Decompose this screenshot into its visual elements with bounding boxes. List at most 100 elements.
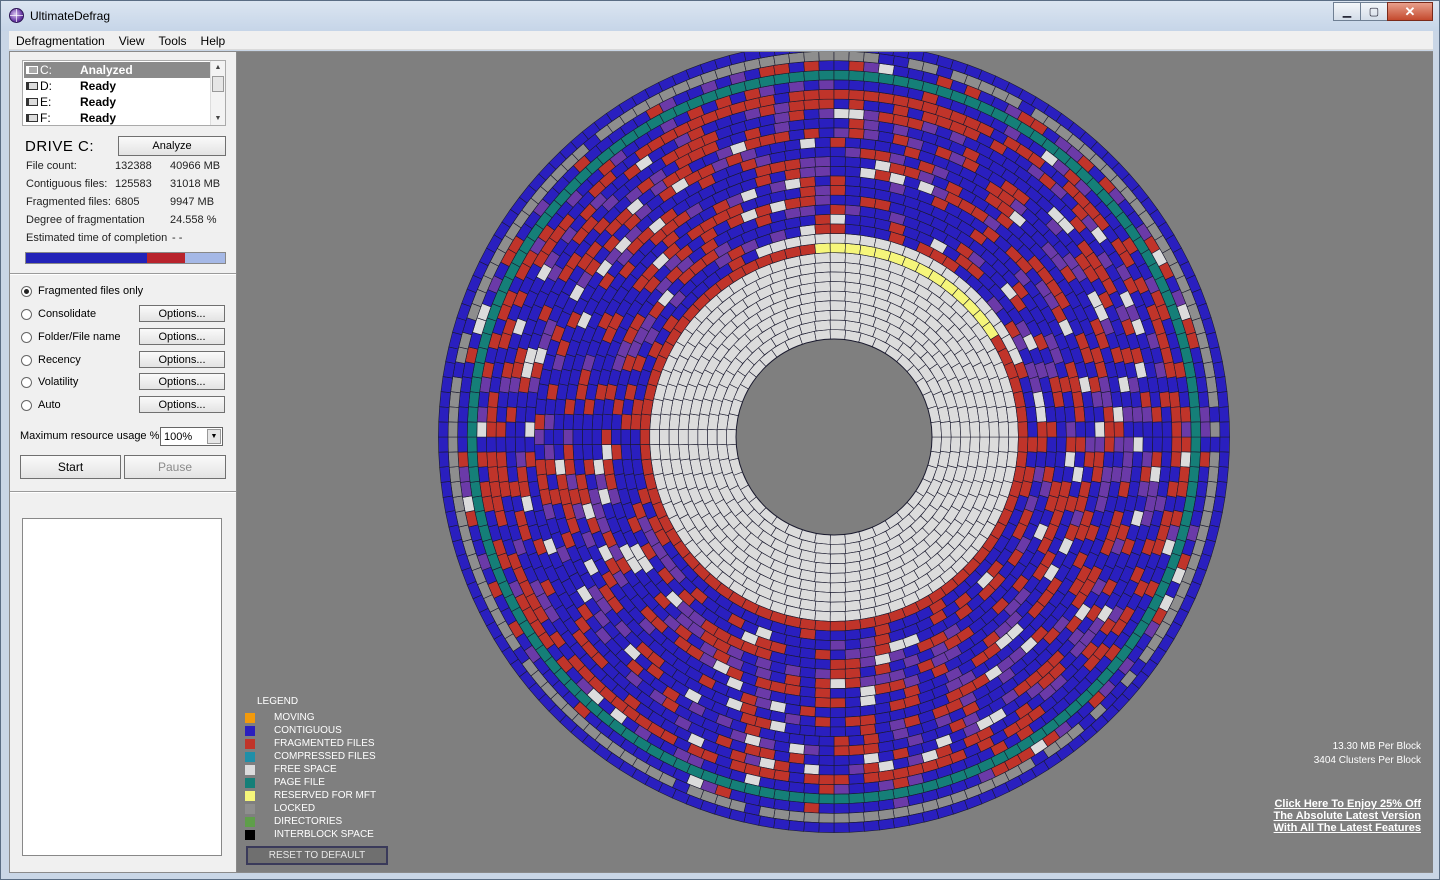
cluster-block[interactable] bbox=[448, 466, 461, 483]
cluster-block[interactable] bbox=[844, 223, 862, 236]
cluster-block[interactable] bbox=[639, 443, 652, 461]
drive-row-c[interactable]: C: Analyzed bbox=[24, 62, 210, 78]
cluster-block[interactable] bbox=[829, 261, 846, 273]
cluster-block[interactable] bbox=[1102, 406, 1115, 423]
cluster-block[interactable] bbox=[457, 436, 468, 453]
cluster-block[interactable] bbox=[814, 309, 831, 322]
cluster-block[interactable] bbox=[1132, 436, 1144, 453]
cluster-block[interactable] bbox=[833, 755, 850, 766]
cluster-block[interactable] bbox=[848, 98, 865, 111]
cluster-block[interactable] bbox=[1122, 406, 1134, 423]
cluster-block[interactable] bbox=[814, 639, 831, 651]
cluster-block[interactable] bbox=[803, 127, 820, 140]
cluster-block[interactable] bbox=[803, 98, 820, 111]
cluster-block[interactable] bbox=[814, 677, 831, 689]
cluster-block[interactable] bbox=[1064, 451, 1076, 468]
cluster-block[interactable] bbox=[988, 436, 1000, 453]
cluster-block[interactable] bbox=[572, 444, 584, 461]
cluster-block[interactable] bbox=[829, 319, 847, 331]
cluster-block[interactable] bbox=[788, 52, 805, 64]
cluster-block[interactable] bbox=[1207, 391, 1220, 408]
cluster-block[interactable] bbox=[477, 466, 490, 483]
cluster-block[interactable] bbox=[829, 582, 846, 593]
cluster-block[interactable] bbox=[814, 290, 831, 303]
cluster-block[interactable] bbox=[1199, 406, 1211, 423]
cluster-block[interactable] bbox=[515, 406, 527, 423]
cluster-block[interactable] bbox=[466, 421, 478, 438]
cluster-block[interactable] bbox=[1152, 421, 1163, 438]
cluster-block[interactable] bbox=[829, 543, 847, 555]
cluster-block[interactable] bbox=[978, 421, 990, 438]
title-bar[interactable]: UltimateDefrag ▁ ▢ ✕ bbox=[1, 1, 1439, 31]
cluster-block[interactable] bbox=[803, 802, 820, 814]
cluster-block[interactable] bbox=[440, 480, 453, 498]
drive-list[interactable]: C: Analyzed D: Ready E: Ready F: Ready ▲… bbox=[22, 60, 226, 126]
cluster-block[interactable] bbox=[468, 391, 480, 408]
cluster-block[interactable] bbox=[1131, 451, 1144, 468]
cluster-block[interactable] bbox=[458, 466, 471, 483]
cluster-block[interactable] bbox=[844, 137, 862, 149]
options-button[interactable]: Options... bbox=[139, 351, 225, 368]
cluster-block[interactable] bbox=[1093, 406, 1105, 423]
cluster-block[interactable] bbox=[1217, 391, 1229, 408]
cluster-block[interactable] bbox=[659, 428, 670, 446]
cluster-block[interactable] bbox=[1065, 421, 1077, 438]
radio-button[interactable] bbox=[21, 376, 32, 388]
cluster-block[interactable] bbox=[1142, 436, 1154, 453]
cluster-block[interactable] bbox=[833, 793, 850, 805]
cluster-block[interactable] bbox=[486, 406, 498, 423]
cluster-block[interactable] bbox=[495, 406, 508, 423]
cluster-block[interactable] bbox=[829, 591, 846, 603]
cluster-block[interactable] bbox=[814, 571, 831, 584]
cluster-block[interactable] bbox=[1207, 466, 1220, 483]
cluster-block[interactable] bbox=[610, 444, 623, 461]
cluster-block[interactable] bbox=[687, 443, 700, 461]
cluster-block[interactable] bbox=[844, 657, 862, 670]
cluster-block[interactable] bbox=[848, 773, 865, 785]
cluster-block[interactable] bbox=[814, 600, 831, 613]
cluster-block[interactable] bbox=[829, 204, 846, 215]
cluster-block[interactable] bbox=[848, 763, 865, 776]
mode-option[interactable]: Consolidate bbox=[21, 308, 96, 320]
cluster-block[interactable] bbox=[803, 70, 820, 82]
cluster-block[interactable] bbox=[829, 137, 846, 148]
drive-row-d[interactable]: D: Ready bbox=[24, 78, 210, 94]
scroll-thumb[interactable] bbox=[212, 76, 224, 92]
cluster-block[interactable] bbox=[814, 697, 831, 709]
cluster-block[interactable] bbox=[572, 413, 584, 430]
cluster-block[interactable] bbox=[582, 413, 594, 430]
reset-to-default-button[interactable]: RESET TO DEFAULT bbox=[246, 846, 388, 865]
cluster-block[interactable] bbox=[1219, 421, 1230, 438]
cluster-block[interactable] bbox=[1170, 406, 1182, 423]
cluster-block[interactable] bbox=[959, 421, 971, 438]
cluster-block[interactable] bbox=[818, 793, 835, 805]
mode-option[interactable]: Fragmented files only bbox=[21, 285, 143, 297]
mode-option[interactable]: Recency bbox=[21, 354, 81, 366]
cluster-block[interactable] bbox=[829, 185, 846, 196]
cluster-block[interactable] bbox=[863, 80, 880, 93]
cluster-block[interactable] bbox=[848, 52, 865, 63]
cluster-block[interactable] bbox=[818, 735, 835, 747]
cluster-block[interactable] bbox=[844, 175, 862, 188]
cluster-block[interactable] bbox=[814, 658, 831, 670]
cluster-block[interactable] bbox=[1084, 436, 1096, 453]
cluster-block[interactable] bbox=[697, 428, 708, 446]
cluster-block[interactable] bbox=[799, 715, 816, 727]
cluster-block[interactable] bbox=[799, 724, 816, 737]
cluster-block[interactable] bbox=[1180, 421, 1192, 438]
radio-button[interactable] bbox=[21, 399, 32, 411]
radio-button[interactable] bbox=[21, 354, 32, 366]
cluster-block[interactable] bbox=[572, 428, 583, 446]
cluster-block[interactable] bbox=[1218, 406, 1230, 423]
menu-defragmentation[interactable]: Defragmentation bbox=[9, 31, 112, 49]
cluster-block[interactable] bbox=[1161, 436, 1173, 453]
cluster-block[interactable] bbox=[495, 421, 507, 438]
cluster-block[interactable] bbox=[814, 552, 831, 565]
cluster-block[interactable] bbox=[1083, 406, 1096, 423]
cluster-block[interactable] bbox=[788, 791, 805, 803]
cluster-block[interactable] bbox=[1151, 451, 1163, 468]
cluster-block[interactable] bbox=[505, 451, 517, 468]
cluster-block[interactable] bbox=[814, 668, 831, 680]
cluster-block[interactable] bbox=[438, 451, 450, 468]
cluster-block[interactable] bbox=[803, 79, 820, 92]
